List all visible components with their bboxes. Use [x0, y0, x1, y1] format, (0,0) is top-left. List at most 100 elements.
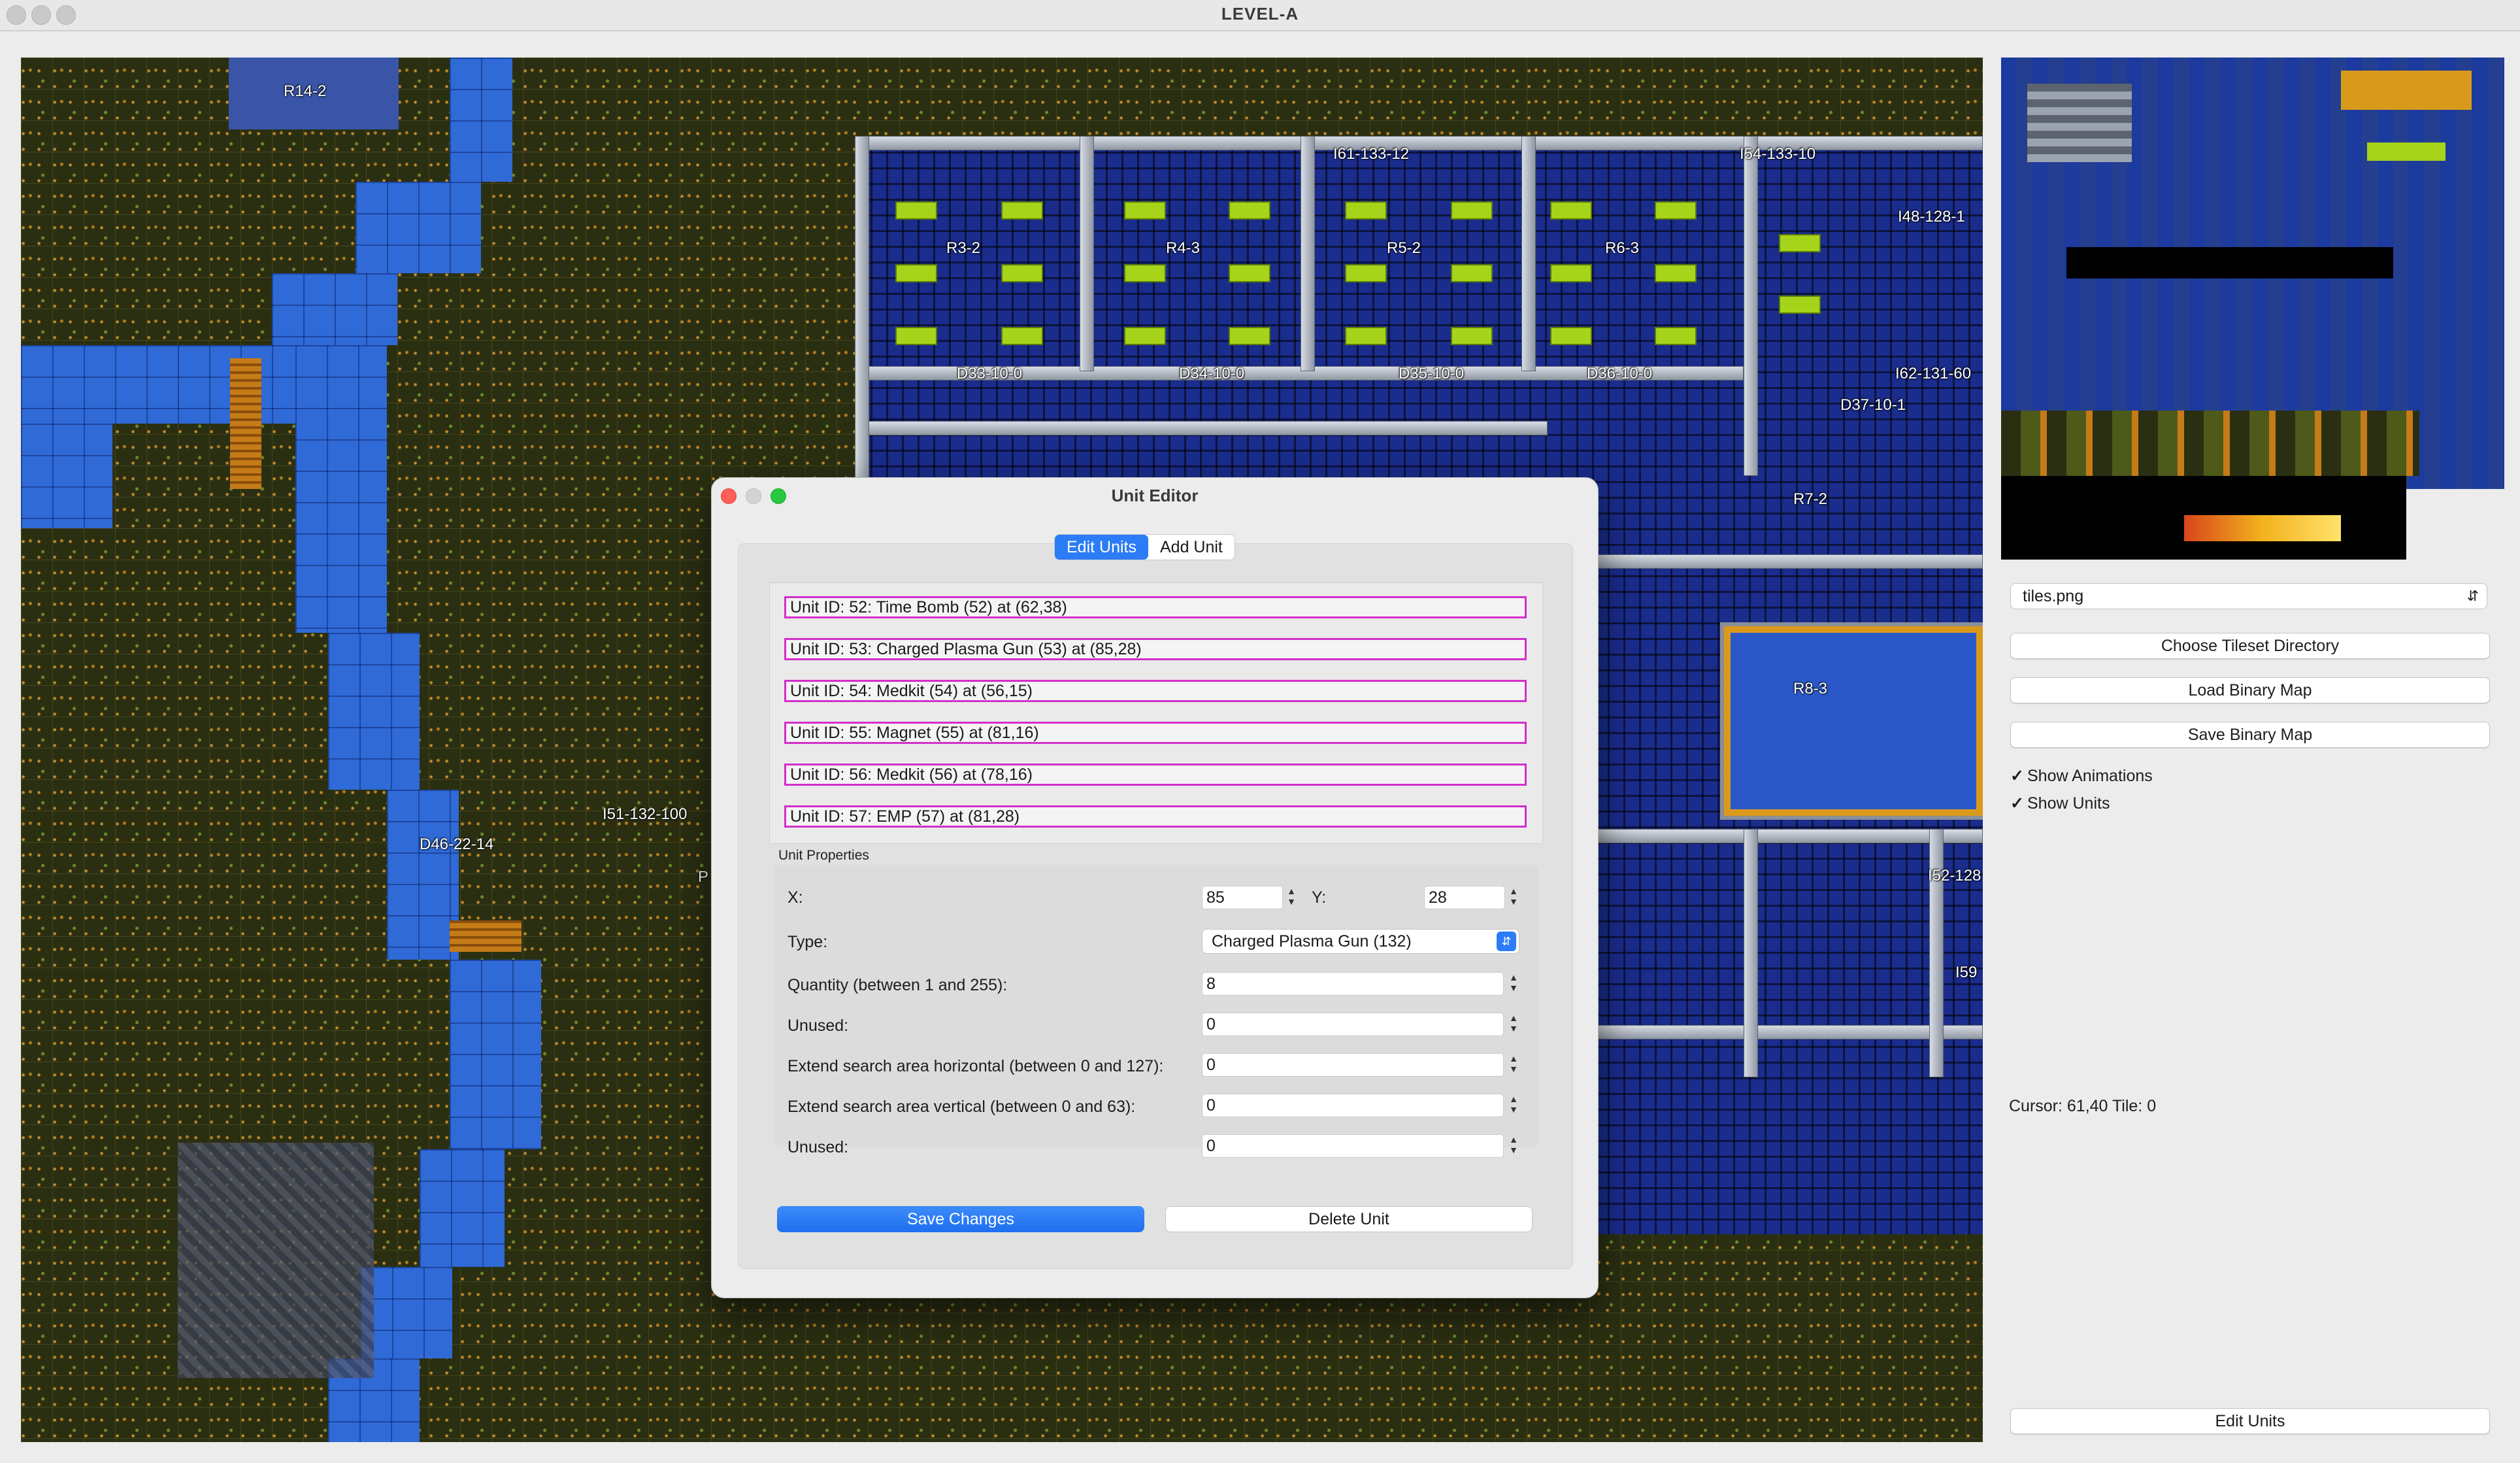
- map-label: R7-2: [1793, 490, 1828, 508]
- crate-tile: [450, 920, 522, 952]
- unit-properties-label: Unit Properties: [778, 848, 869, 863]
- extend-horizontal-label: Extend search area horizontal (between 0…: [788, 1057, 1164, 1075]
- tileset-black-tiles: [2066, 247, 2393, 278]
- unused-label-2: Unused:: [788, 1138, 849, 1156]
- y-field[interactable]: 28: [1424, 886, 1505, 909]
- wall: [1589, 1025, 1983, 1039]
- extend-vertical-field[interactable]: 0: [1202, 1094, 1504, 1117]
- unit-list-item[interactable]: Unit ID: 57: EMP (57) at (81,28): [784, 805, 1527, 828]
- show-animations-checkbox[interactable]: ✓ Show Animations: [2010, 766, 2153, 786]
- unit-list-item[interactable]: Unit ID: 55: Magnet (55) at (81,16): [784, 722, 1527, 744]
- water-tile: [387, 790, 459, 960]
- wall: [1521, 136, 1536, 371]
- type-select-value: Charged Plasma Gun (132): [1212, 932, 1412, 950]
- tab-add-unit[interactable]: Add Unit: [1148, 535, 1235, 560]
- x-stepper[interactable]: ▲ ▼: [1284, 886, 1299, 909]
- map-label: R6-3: [1605, 239, 1640, 257]
- type-label: Type:: [788, 933, 828, 951]
- map-label: I59: [1955, 964, 1978, 981]
- extend-vertical-label: Extend search area vertical (between 0 a…: [788, 1098, 1136, 1116]
- quantity-stepper[interactable]: ▲ ▼: [1506, 972, 1521, 996]
- delete-unit-button[interactable]: Delete Unit: [1165, 1206, 1533, 1232]
- wall: [1589, 554, 1983, 569]
- map-label: I52-128: [1928, 867, 1981, 884]
- unit-list-item[interactable]: Unit ID: 56: Medkit (56) at (78,16): [784, 764, 1527, 786]
- map-label: P: [698, 868, 709, 886]
- bed: [1001, 264, 1043, 282]
- unit-list[interactable]: Unit ID: 52: Time Bomb (52) at (62,38) U…: [769, 582, 1543, 844]
- bed: [1001, 327, 1043, 345]
- unit-list-item[interactable]: Unit ID: 53: Charged Plasma Gun (53) at …: [784, 638, 1527, 660]
- bed: [1550, 264, 1592, 282]
- tab-edit-units[interactable]: Edit Units: [1055, 535, 1148, 560]
- load-binary-map-button[interactable]: Load Binary Map: [2010, 677, 2490, 703]
- quantity-field[interactable]: 8: [1202, 972, 1504, 996]
- bed: [1655, 201, 1697, 220]
- extend-vertical-stepper[interactable]: ▲ ▼: [1506, 1094, 1521, 1117]
- water-tile: [356, 182, 481, 273]
- unit-editor-dialog: Unit Editor Edit Units Add Unit Unit ID:…: [711, 477, 1599, 1298]
- map-label: I48-128-1: [1898, 208, 1965, 226]
- unit-list-item[interactable]: Unit ID: 54: Medkit (54) at (56,15): [784, 680, 1527, 702]
- bed: [1451, 327, 1493, 345]
- bed: [1451, 201, 1493, 220]
- show-units-checkbox[interactable]: ✓ Show Units: [2010, 794, 2110, 813]
- map-label: R4-3: [1166, 239, 1201, 257]
- checkmark-icon: ✓: [2010, 767, 2024, 785]
- dialog-title: Unit Editor: [1111, 486, 1199, 505]
- water-tile: [450, 58, 512, 182]
- y-label: Y:: [1312, 888, 1327, 907]
- tileset-select-value: tiles.png: [2023, 587, 2084, 605]
- show-units-label: Show Units: [2027, 794, 2110, 813]
- water-tile: [450, 960, 541, 1149]
- bed: [1229, 327, 1270, 345]
- choose-tileset-directory-button[interactable]: Choose Tileset Directory: [2010, 633, 2490, 659]
- type-select[interactable]: Charged Plasma Gun (132) ⇵: [1202, 929, 1519, 954]
- map-label: I54-133-10: [1740, 145, 1816, 163]
- chevron-updown-icon: ⇵: [2466, 588, 2479, 604]
- wall: [1301, 136, 1315, 371]
- bed: [1124, 201, 1166, 220]
- unused-stepper[interactable]: ▲ ▼: [1506, 1013, 1521, 1036]
- bed: [1655, 327, 1697, 345]
- tileset-wall-tiles: [2027, 84, 2132, 162]
- x-label: X:: [788, 888, 803, 907]
- unused-field-2[interactable]: 0: [1202, 1134, 1504, 1158]
- water-tile: [420, 1149, 505, 1267]
- y-stepper[interactable]: ▲ ▼: [1506, 886, 1521, 909]
- wall: [1080, 136, 1094, 371]
- tileset-select[interactable]: tiles.png ⇵: [2010, 583, 2487, 609]
- chevron-updown-icon: ⇵: [1497, 932, 1516, 951]
- bed: [895, 327, 937, 345]
- map-label: R14-2: [284, 82, 327, 100]
- save-binary-map-button[interactable]: Save Binary Map: [2010, 722, 2490, 748]
- extend-horizontal-stepper[interactable]: ▲ ▼: [1506, 1053, 1521, 1077]
- machinery-region: [178, 1143, 374, 1378]
- tab-bar: Edit Units Add Unit: [1054, 534, 1235, 560]
- dialog-titlebar: Unit Editor: [712, 478, 1598, 513]
- map-label: I51-132-100: [603, 805, 688, 823]
- unused-field[interactable]: 0: [1202, 1013, 1504, 1036]
- bed: [1124, 264, 1166, 282]
- window-title: LEVEL-A: [1221, 4, 1299, 24]
- x-field[interactable]: 85: [1202, 886, 1283, 909]
- map-label: I61-133-12: [1333, 145, 1410, 163]
- map-label: D37-10-1: [1840, 396, 1906, 414]
- extend-horizontal-field[interactable]: 0: [1202, 1053, 1504, 1077]
- unit-list-item[interactable]: Unit ID: 52: Time Bomb (52) at (62,38): [784, 596, 1527, 618]
- window-titlebar: LEVEL-A: [0, 0, 2520, 31]
- water-tile: [328, 633, 420, 790]
- unused-stepper-2[interactable]: ▲ ▼: [1506, 1134, 1521, 1158]
- save-changes-button[interactable]: Save Changes: [777, 1206, 1144, 1232]
- bed: [1229, 264, 1270, 282]
- map-label: I62-131-60: [1895, 365, 1972, 382]
- cursor-info: Cursor: 61,40 Tile: 0: [2009, 1097, 2157, 1115]
- map-label: D34-10-0: [1179, 365, 1245, 382]
- tileset-preview[interactable]: [2001, 58, 2504, 560]
- water-tile: [295, 345, 387, 633]
- wall: [1929, 829, 1944, 1077]
- bed: [1345, 201, 1387, 220]
- edit-units-button[interactable]: Edit Units: [2010, 1408, 2490, 1434]
- bed: [1229, 201, 1270, 220]
- crate-tile: [230, 358, 261, 489]
